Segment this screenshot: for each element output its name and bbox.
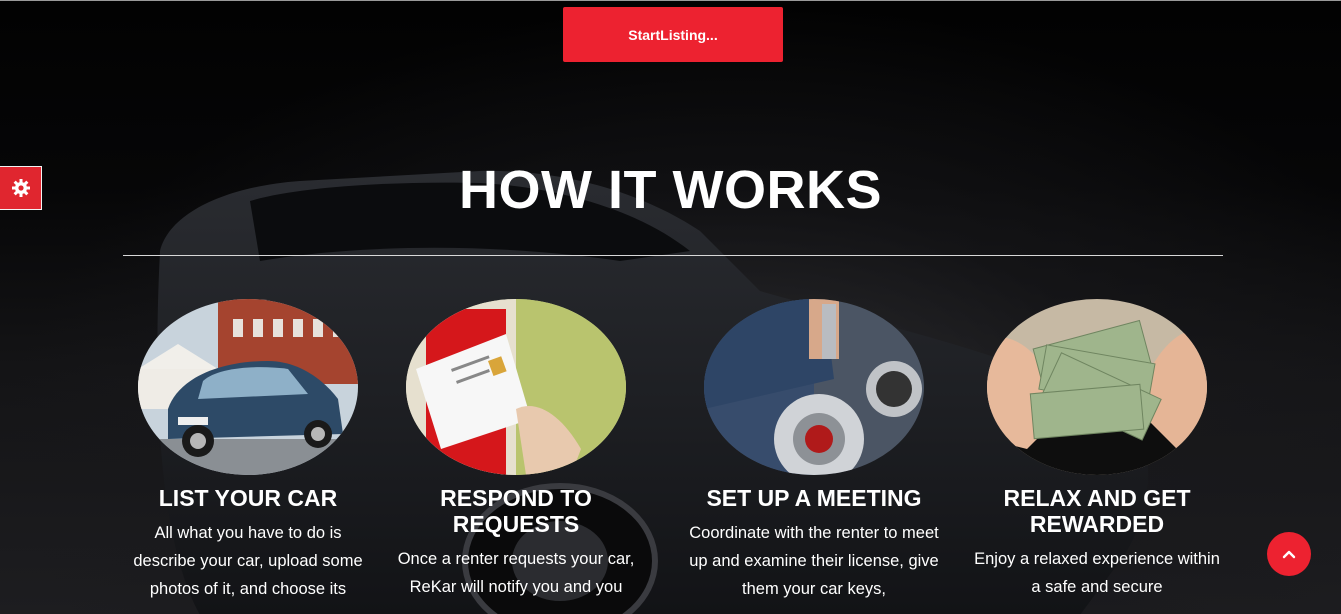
step-title: LIST YOUR CAR <box>158 485 338 511</box>
step-description: All what you have to do is describe your… <box>133 524 363 598</box>
page: StartListing... HOW IT WORKS LIST YOUR C… <box>0 0 1341 614</box>
car-keys-photo <box>704 299 924 475</box>
step-title: RELAX AND GET REWARDED <box>1003 485 1191 537</box>
step-set-up-a-meeting: SET UP A MEETING Coordinate with the ren… <box>689 299 939 603</box>
step-description: Enjoy a relaxed experience within a safe… <box>974 550 1220 596</box>
step-list-your-car: LIST YOUR CAR All what you have to do is… <box>123 299 373 603</box>
step-description: Once a renter requests your car, ReKar w… <box>397 550 635 596</box>
step-description: Coordinate with the renter to meet up an… <box>689 524 939 598</box>
scroll-to-top-button[interactable] <box>1267 532 1311 576</box>
money-photo <box>987 299 1207 475</box>
step-title: SET UP A MEETING <box>706 485 922 511</box>
car-photo <box>138 299 358 475</box>
step-respond-to-requests: RESPOND TO REQUESTS Once a renter reques… <box>391 299 641 601</box>
start-listing-button[interactable]: StartListing... <box>563 7 783 62</box>
section-title: HOW IT WORKS <box>459 160 882 220</box>
section-divider <box>123 255 1223 256</box>
mail-photo <box>406 299 626 475</box>
step-title: RESPOND TO REQUESTS <box>440 485 592 537</box>
step-relax-and-get-rewarded: RELAX AND GET REWARDED Enjoy a relaxed e… <box>972 299 1222 601</box>
chevron-up-icon <box>1282 550 1296 559</box>
